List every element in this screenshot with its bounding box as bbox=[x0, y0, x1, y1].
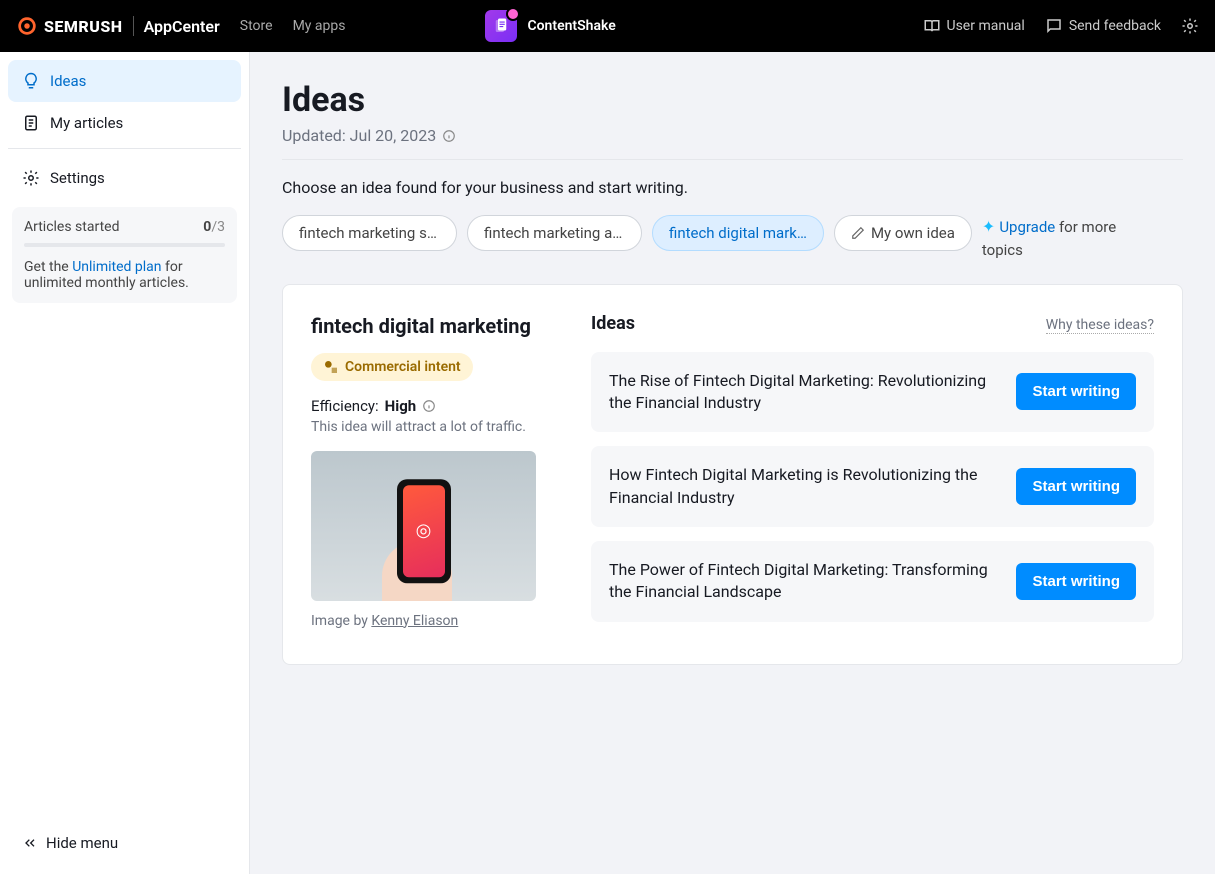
document-icon bbox=[22, 114, 40, 132]
brand-text: SEMRUSH bbox=[44, 17, 123, 36]
quota-bar bbox=[24, 243, 225, 247]
sidebar-articles-label: My articles bbox=[50, 114, 123, 132]
own-idea-label: My own idea bbox=[871, 224, 955, 242]
quota-label: Articles started bbox=[24, 219, 119, 235]
nav-store[interactable]: Store bbox=[240, 18, 273, 34]
user-manual-link[interactable]: User manual bbox=[923, 17, 1025, 35]
start-writing-button[interactable]: Start writing bbox=[1016, 373, 1136, 410]
idea-row: The Power of Fintech Digital Marketing: … bbox=[591, 541, 1154, 622]
idea-row: The Rise of Fintech Digital Marketing: R… bbox=[591, 352, 1154, 433]
sidebar-item-ideas[interactable]: Ideas bbox=[8, 60, 241, 102]
brand-block: SEMRUSH AppCenter bbox=[16, 15, 220, 37]
sidebar-item-settings[interactable]: Settings bbox=[8, 157, 241, 199]
book-icon bbox=[923, 17, 941, 35]
divider bbox=[282, 159, 1183, 160]
subtitle: Choose an idea found for your business a… bbox=[282, 178, 1183, 197]
send-feedback-link[interactable]: Send feedback bbox=[1045, 17, 1161, 35]
own-idea-pill[interactable]: My own idea bbox=[834, 215, 972, 251]
top-bar: SEMRUSH AppCenter Store My apps ContentS… bbox=[0, 0, 1215, 52]
quota-text: Get the Unlimited plan for unlimited mon… bbox=[24, 259, 225, 291]
upgrade-link[interactable]: Upgrade bbox=[999, 218, 1055, 236]
topic-pill-2[interactable]: fintech digital mark… bbox=[652, 215, 824, 251]
topic-pill-1[interactable]: fintech marketing age… bbox=[467, 215, 642, 251]
nav-myapps[interactable]: My apps bbox=[293, 18, 346, 34]
appcenter-label[interactable]: AppCenter bbox=[144, 17, 220, 36]
page-title: Ideas bbox=[282, 80, 1183, 120]
topic-pills: fintech marketing str… fintech marketing… bbox=[282, 215, 1183, 262]
app-name: ContentShake bbox=[527, 18, 615, 34]
updated-text: Updated: Jul 20, 2023 bbox=[282, 126, 436, 145]
idea-text: How Fintech Digital Marketing is Revolut… bbox=[609, 464, 1000, 509]
topic-title: fintech digital marketing bbox=[311, 313, 551, 339]
sidebar: Ideas My articles Settings Articles star… bbox=[0, 52, 250, 874]
why-these-ideas-link[interactable]: Why these ideas? bbox=[1046, 317, 1154, 334]
flame-icon bbox=[16, 15, 38, 37]
idea-row: How Fintech Digital Marketing is Revolut… bbox=[591, 446, 1154, 527]
intent-icon bbox=[323, 359, 339, 375]
card-left: fintech digital marketing Commercial int… bbox=[311, 313, 551, 636]
bulb-icon bbox=[22, 72, 40, 90]
efficiency-row: Efficiency: High bbox=[311, 397, 551, 415]
efficiency-value: High bbox=[385, 397, 417, 415]
intent-text: Commercial intent bbox=[345, 359, 461, 375]
info-icon[interactable] bbox=[442, 129, 456, 143]
efficiency-label: Efficiency: bbox=[311, 397, 379, 415]
intent-badge: Commercial intent bbox=[311, 353, 473, 381]
idea-text: The Power of Fintech Digital Marketing: … bbox=[609, 559, 1000, 604]
image-credit: Image by Kenny Eliason bbox=[311, 613, 551, 629]
send-feedback-text: Send feedback bbox=[1069, 18, 1161, 34]
start-writing-button[interactable]: Start writing bbox=[1016, 468, 1136, 505]
ideas-heading: Ideas bbox=[591, 313, 635, 334]
upgrade-callout: ✦Upgrade for more topics bbox=[982, 215, 1132, 262]
quota-box: Articles started 0/3 Get the Unlimited p… bbox=[12, 207, 237, 303]
efficiency-desc: This idea will attract a lot of traffic. bbox=[311, 419, 551, 435]
main-content: Ideas Updated: Jul 20, 2023 Choose an id… bbox=[250, 52, 1215, 874]
card-right: Ideas Why these ideas? The Rise of Finte… bbox=[591, 313, 1154, 636]
settings-gear[interactable] bbox=[1181, 17, 1199, 35]
info-icon[interactable] bbox=[422, 399, 436, 413]
quota-count: 0/3 bbox=[203, 219, 225, 235]
chevrons-left-icon bbox=[22, 835, 38, 851]
topic-pill-0[interactable]: fintech marketing str… bbox=[282, 215, 457, 251]
topic-thumbnail: ◎ bbox=[311, 451, 536, 601]
pencil-icon bbox=[851, 226, 865, 240]
gear-icon bbox=[1181, 17, 1199, 35]
brand-separator bbox=[133, 16, 134, 36]
updated-line: Updated: Jul 20, 2023 bbox=[282, 126, 1183, 145]
sidebar-settings-label: Settings bbox=[50, 169, 105, 187]
sidebar-ideas-label: Ideas bbox=[50, 72, 86, 90]
chat-icon bbox=[1045, 17, 1063, 35]
image-author-link[interactable]: Kenny Eliason bbox=[371, 613, 458, 629]
user-manual-text: User manual bbox=[947, 18, 1025, 34]
idea-card: fintech digital marketing Commercial int… bbox=[282, 284, 1183, 665]
contentshake-icon bbox=[485, 10, 517, 42]
sparkle-icon: ✦ bbox=[982, 217, 995, 236]
hide-menu-button[interactable]: Hide menu bbox=[8, 820, 241, 866]
gear-icon bbox=[22, 169, 40, 187]
unlimited-plan-link[interactable]: Unlimited plan bbox=[72, 259, 161, 275]
start-writing-button[interactable]: Start writing bbox=[1016, 563, 1136, 600]
current-app: ContentShake bbox=[485, 10, 615, 42]
sidebar-divider bbox=[8, 148, 241, 149]
idea-text: The Rise of Fintech Digital Marketing: R… bbox=[609, 370, 1000, 415]
hide-menu-label: Hide menu bbox=[46, 834, 118, 852]
sidebar-item-articles[interactable]: My articles bbox=[8, 102, 241, 144]
semrush-logo[interactable]: SEMRUSH bbox=[16, 15, 123, 37]
